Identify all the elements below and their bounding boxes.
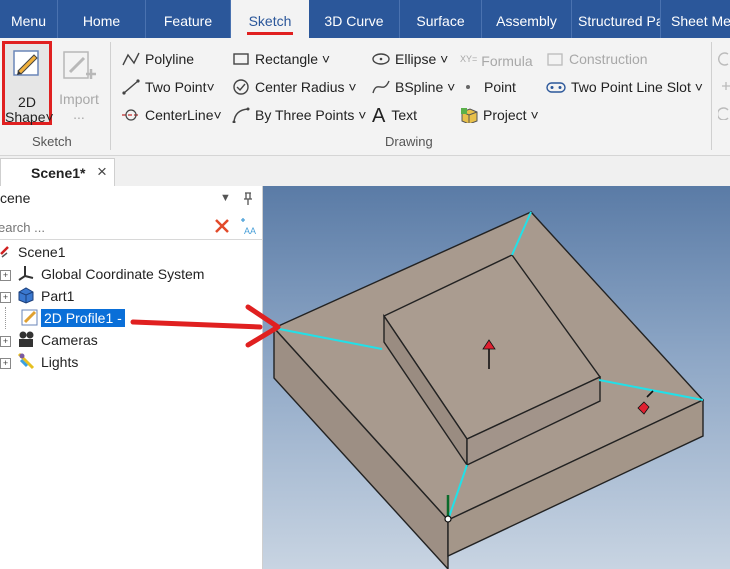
part-icon (18, 287, 34, 304)
panel-title: cene (0, 190, 31, 206)
sketch-pencil-icon (13, 50, 39, 76)
slot-icon (546, 82, 566, 93)
2d-shape-button[interactable]: 2D Shape˅ (2, 41, 54, 125)
lights-icon (17, 352, 35, 370)
arc-icon (232, 107, 250, 123)
tab-feature[interactable]: Feature (146, 0, 231, 38)
polyline-button[interactable]: Polyline (122, 50, 194, 68)
project-icon (461, 108, 478, 123)
import-label: Import ... (59, 91, 99, 122)
formula-button[interactable]: XY= Formula (460, 50, 533, 70)
panel-divider (0, 239, 262, 240)
tab-sheet-metal[interactable]: Sheet Me (661, 0, 730, 38)
tab-home[interactable]: Home (58, 0, 146, 38)
ribbon-separator-right (711, 42, 712, 150)
tree-item-2d-profile1[interactable]: 2D Profile1 - (0, 307, 125, 329)
drawing-group-label: Drawing (385, 134, 433, 149)
import-button[interactable]: Import ... (55, 46, 103, 126)
expand-icon[interactable]: + (0, 336, 11, 347)
tab-structured-parts[interactable]: Structured Pa (572, 0, 661, 38)
line-icon (122, 79, 140, 95)
pin-icon[interactable] (242, 192, 254, 206)
scene-tab-title: Scene1* (31, 165, 86, 181)
tree-item-cameras[interactable]: + Cameras (0, 329, 98, 351)
ellipse-icon (372, 53, 390, 65)
center-radius-button[interactable]: Center Radius ˅ (232, 78, 357, 96)
search-input[interactable] (0, 216, 208, 238)
close-icon[interactable]: × (97, 162, 107, 182)
expand-icon[interactable]: + (0, 270, 11, 281)
overflow-icons (718, 52, 730, 120)
tab-sketch-label: Sketch (246, 13, 294, 35)
formula-icon: XY= (460, 54, 478, 64)
two-point-line-slot-button[interactable]: Two Point Line Slot ˅ (546, 78, 703, 96)
import-icon (63, 51, 96, 79)
expand-icon[interactable]: + (0, 292, 11, 303)
point-button[interactable]: Point (460, 78, 516, 96)
expand-icon[interactable]: + (0, 358, 11, 369)
point-icon (466, 85, 470, 89)
construction-icon (547, 53, 563, 66)
scene-icon (0, 246, 9, 258)
circle-icon (233, 79, 249, 95)
origin-point[interactable] (444, 515, 452, 523)
text-button[interactable]: A Text (372, 105, 417, 127)
2d-profile-icon (21, 309, 38, 326)
tree-item-scene1[interactable]: Scene1 (0, 241, 65, 263)
centerline-button[interactable]: CenterLine˅ (122, 106, 222, 124)
tab-3d-curve[interactable]: 3D Curve (309, 0, 400, 38)
tree-item-selected-label: 2D Profile1 - (41, 309, 125, 327)
filter-icon[interactable]: AA (238, 216, 258, 236)
project-button[interactable]: Project ˅ (460, 106, 539, 124)
two-point-button[interactable]: Two Point˅ (122, 78, 215, 96)
construction-button[interactable]: Construction (546, 50, 648, 68)
svg-text:AA: AA (244, 226, 256, 236)
model-view (272, 211, 705, 569)
coordinate-system-icon (18, 266, 34, 281)
rectangle-button[interactable]: Rectangle ˅ (232, 50, 330, 68)
polyline-icon (122, 52, 140, 66)
tree-item-part1[interactable]: + Part1 (0, 285, 74, 307)
camera-icon (19, 331, 34, 347)
tab-menu[interactable]: Menu (0, 0, 58, 38)
ribbon: 2D Shape˅ Import ... Sketch Polyline Two… (0, 38, 730, 156)
text-icon: A (372, 105, 386, 127)
tree-item-global-coordinate-system[interactable]: + Global Coordinate System (0, 263, 204, 285)
ellipse-button[interactable]: Ellipse ˅ (372, 50, 448, 68)
dropdown-icon[interactable]: ▼ (220, 192, 231, 204)
sketch-group-label: Sketch (32, 134, 72, 149)
tree-connector (5, 307, 15, 329)
annotation-arrow (130, 304, 281, 348)
3d-viewport[interactable] (263, 186, 730, 569)
ribbon-separator (110, 42, 111, 150)
2d-shape-label: 2D Shape˅ (5, 94, 54, 125)
bspline-icon (372, 80, 390, 94)
centerline-icon (122, 109, 140, 121)
scene-panel: cene ▼ AA Scene1 +Global Coordinate Syst… (0, 186, 263, 569)
menu-bar: Menu Home Feature Sketch 3D Curve Surfac… (0, 0, 730, 38)
clear-icon[interactable] (214, 218, 230, 234)
rectangle-icon (233, 53, 249, 65)
tab-surface[interactable]: Surface (400, 0, 482, 38)
bspline-button[interactable]: BSpline ˅ (372, 78, 455, 96)
tab-assembly[interactable]: Assembly (482, 0, 572, 38)
tree-item-lights[interactable]: + Lights (0, 351, 78, 373)
by-three-points-button[interactable]: By Three Points ˅ (232, 106, 366, 124)
scene-document-tab[interactable]: Scene1* × (0, 158, 115, 186)
tab-sketch[interactable]: Sketch (231, 0, 309, 38)
